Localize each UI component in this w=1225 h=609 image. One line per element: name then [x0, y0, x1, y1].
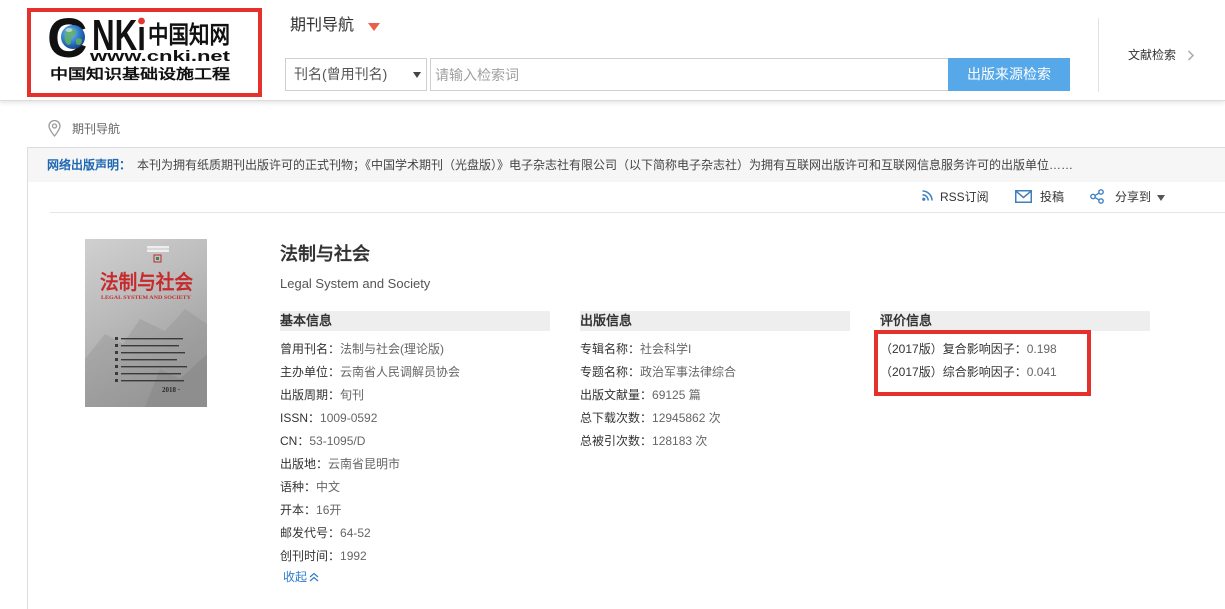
- publication-notice-bar: 网络出版声明： 本刊为拥有纸质期刊出版许可的正式刊物；《中国学术期刊（光盘版）》电…: [28, 148, 1225, 182]
- journal-title: 法制与社会: [280, 244, 370, 264]
- info-row-founded: 创刊时间：1992: [280, 545, 550, 568]
- info-label: 出版地：: [280, 457, 329, 471]
- info-row-comprehensive-impact-factor: （2017版）综合影响因子：0.041: [880, 361, 1150, 384]
- search-input[interactable]: [430, 58, 948, 91]
- info-row-collection: 专辑名称：社会科学I: [580, 338, 850, 361]
- info-label: （2017版）综合影响因子：: [880, 365, 1027, 379]
- publish-info-heading: 出版信息: [580, 311, 850, 331]
- notice-text: 本刊为拥有纸质期刊出版许可的正式刊物；《中国学术期刊（光盘版）》电子杂志社有限公…: [137, 158, 1074, 172]
- cnki-logo-mark: C NKi 中国知网 www.cnki.net 中国知识基础设施工程: [47, 6, 230, 82]
- cover-title: 法制与社会: [100, 270, 193, 294]
- evaluation-info-list: （2017版）复合影响因子：0.198 （2017版）综合影响因子：0.041: [880, 338, 1150, 384]
- cnki-logo[interactable]: C NKi 中国知网 www.cnki.net 中国知识基础设施工程: [31, 6, 258, 93]
- notice-label: 网络出版声明：: [47, 158, 132, 172]
- info-row-cn: CN：53-1095/D: [280, 430, 550, 453]
- info-value: 0.198: [1026, 342, 1057, 356]
- info-row-citations: 总被引次数：128183 次: [580, 430, 850, 453]
- publish-info-list: 专辑名称：社会科学I 专题名称：政治军事法律综合 出版文献量：69125 篇 总…: [580, 338, 850, 453]
- breadcrumb[interactable]: 期刊导航: [72, 121, 120, 137]
- basic-info-section: 基本信息 曾用刊名：法制与社会(理论版) 主办单位：云南省人民调解员协会 出版周…: [280, 311, 550, 568]
- info-row-postal-code: 邮发代号：64-52: [280, 522, 550, 545]
- info-label: 邮发代号：: [280, 526, 341, 540]
- info-label: 创刊时间：: [280, 549, 341, 563]
- info-value: 0.041: [1026, 365, 1057, 379]
- journal-nav-title[interactable]: 期刊导航: [290, 17, 354, 35]
- logo-url: www.cnki.net: [89, 48, 230, 65]
- info-row-composite-impact-factor: （2017版）复合影响因子：0.198: [880, 338, 1150, 361]
- envelope-icon[interactable]: [1015, 190, 1032, 203]
- basic-info-list: 曾用刊名：法制与社会(理论版) 主办单位：云南省人民调解员协会 出版周期：旬刊 …: [280, 338, 550, 568]
- info-row-sponsor: 主办单位：云南省人民调解员协会: [280, 361, 550, 384]
- info-row-language: 语种：中文: [280, 476, 550, 499]
- basic-info-heading: 基本信息: [280, 311, 550, 331]
- info-label: 出版周期：: [280, 388, 341, 402]
- info-value: 53-1095/D: [309, 434, 366, 448]
- info-label: 语种：: [280, 480, 317, 494]
- info-value: 云南省人民调解员协会: [340, 365, 461, 379]
- info-value: 64-52: [340, 526, 371, 540]
- info-row-issn: ISSN：1009-0592: [280, 407, 550, 430]
- logo-i-dot: [138, 17, 145, 25]
- info-label: CN：: [280, 434, 310, 448]
- info-row-format: 开本：16开: [280, 499, 550, 522]
- info-value: 法制与社会(理论版): [340, 342, 445, 356]
- info-value: 69125 篇: [652, 388, 701, 402]
- info-row-former-title: 曾用刊名：法制与社会(理论版): [280, 338, 550, 361]
- location-pin-icon: [48, 120, 61, 137]
- info-label: 主办单位：: [280, 365, 341, 379]
- info-label: 专辑名称：: [580, 342, 641, 356]
- rss-icon[interactable]: [922, 190, 933, 201]
- info-value: 旬刊: [340, 388, 365, 402]
- search-field-select-value: 刊名(曾用刊名): [294, 66, 388, 82]
- publication-source-search-button[interactable]: 出版来源检索: [948, 58, 1070, 91]
- info-value: 政治军事法律综合: [640, 365, 737, 379]
- journal-title-english: Legal System and Society: [280, 276, 431, 291]
- info-row-place: 出版地：云南省昆明市: [280, 453, 550, 476]
- header-divider: [1098, 18, 1099, 92]
- evaluation-info-section: 评价信息 （2017版）复合影响因子：0.198 （2017版）综合影响因子：0…: [880, 311, 1150, 384]
- info-label: 总下载次数：: [580, 411, 653, 425]
- collapse-link[interactable]: 收起: [283, 568, 319, 586]
- info-row-article-count: 出版文献量：69125 篇: [580, 384, 850, 407]
- info-row-downloads: 总下载次数：12945862 次: [580, 407, 850, 430]
- logo-tagline: 中国知识基础设施工程: [50, 66, 230, 82]
- collapse-label: 收起: [283, 570, 308, 584]
- toolbar-divider: [50, 212, 1225, 213]
- evaluation-info-heading: 评价信息: [880, 311, 1150, 331]
- info-label: 开本：: [280, 503, 317, 517]
- info-label: ISSN：: [280, 411, 321, 425]
- info-value: 云南省昆明市: [328, 457, 401, 471]
- info-value: 16开: [316, 503, 342, 517]
- share-dropdown-caret-icon[interactable]: [1157, 195, 1165, 201]
- journal-cover[interactable]: 法制与社会 LEGAL SYSTEM AND SOCIETY 2018 ·: [85, 239, 207, 407]
- chevron-right-icon[interactable]: [1187, 50, 1195, 61]
- info-value: 12945862 次: [652, 411, 721, 425]
- info-label: 出版文献量：: [580, 388, 653, 402]
- info-row-frequency: 出版周期：旬刊: [280, 384, 550, 407]
- info-value: 中文: [316, 480, 341, 494]
- share-icon[interactable]: [1090, 189, 1104, 204]
- globe-icon: [61, 25, 85, 49]
- chevron-down-icon: [413, 72, 421, 78]
- literature-search-link[interactable]: 文献检索: [1128, 47, 1176, 63]
- share-to-link[interactable]: 分享到: [1115, 189, 1151, 205]
- info-label: 曾用刊名：: [280, 342, 341, 356]
- info-value: 1992: [340, 549, 367, 563]
- publish-info-section: 出版信息 专辑名称：社会科学I 专题名称：政治军事法律综合 出版文献量：6912…: [580, 311, 850, 453]
- info-label: 总被引次数：: [580, 434, 653, 448]
- double-chevron-up-icon: [309, 572, 319, 582]
- info-label: （2017版）复合影响因子：: [880, 342, 1027, 356]
- cover-subtitle: LEGAL SYSTEM AND SOCIETY: [101, 296, 191, 301]
- info-label: 专题名称：: [580, 365, 641, 379]
- rss-subscribe-link[interactable]: RSS订阅: [940, 189, 989, 205]
- logo-brand-cn: 中国知网: [148, 22, 230, 49]
- info-value: 社会科学I: [640, 342, 692, 356]
- cover-issue: 2018 ·: [162, 386, 180, 394]
- nav-dropdown-arrow-icon[interactable]: [368, 23, 380, 31]
- search-field-select[interactable]: 刊名(曾用刊名): [285, 58, 427, 91]
- submit-manuscript-link[interactable]: 投稿: [1040, 189, 1064, 205]
- info-value: 128183 次: [652, 434, 708, 448]
- info-value: 1009-0592: [320, 411, 378, 425]
- info-row-topic: 专题名称：政治军事法律综合: [580, 361, 850, 384]
